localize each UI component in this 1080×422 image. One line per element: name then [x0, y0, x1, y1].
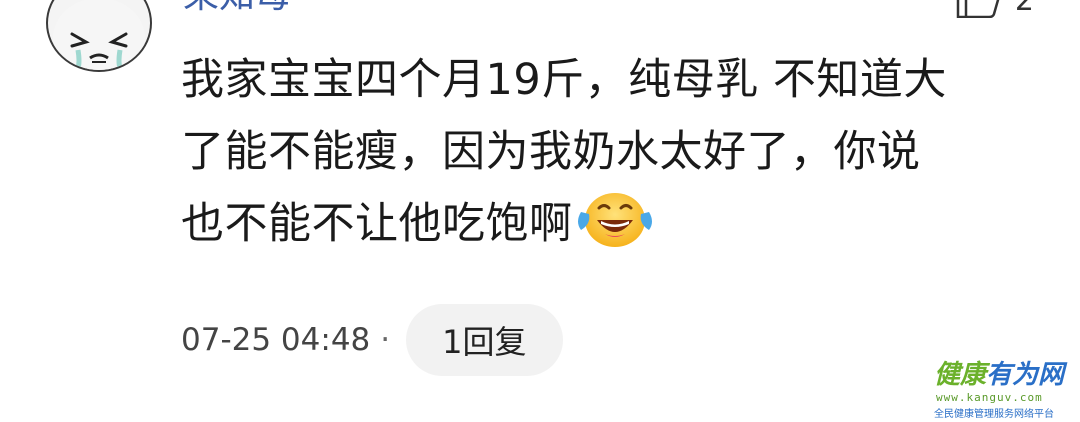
comment-line-with-emoji: 也不能不让他吃饱啊 [181, 188, 1041, 272]
comment-line: 了能不能瘦，因为我奶水太好了，你说 [181, 127, 921, 177]
watermark-title-part1: 健康 [934, 360, 987, 390]
reply-button-label: 1回复 [442, 323, 527, 361]
comment-meta: 07-25 04:48 · 1回复 [181, 304, 563, 376]
thumbs-up-icon[interactable] [955, 0, 1001, 18]
like-count: 2 [1014, 0, 1034, 18]
avatar[interactable] [46, 0, 152, 72]
comment-line: 我家宝宝四个月19斤，纯母乳 不知道大 [181, 55, 947, 105]
watermark-slogan: 全民健康管理服务网络平台 [934, 409, 1054, 420]
timestamp: 07-25 04:48 [181, 322, 371, 358]
watermark-url: www.kanguv.com [936, 391, 1043, 404]
crying-face-avatar-icon [53, 0, 145, 70]
watermark-logo: 健康有为网 www.kanguv.com 全民健康管理服务网络平台 [930, 358, 1074, 420]
like-area[interactable]: 2 [955, 0, 1034, 18]
comment-line: 也不能不让他吃饱啊 [181, 199, 573, 249]
username[interactable]: 呆知母 [183, 0, 291, 18]
separator-dot: · [380, 322, 391, 358]
reply-button[interactable]: 1回复 [406, 304, 563, 376]
watermark-title: 健康有为网 [934, 358, 1064, 392]
laughing-with-tears-emoji-icon [575, 190, 655, 272]
watermark-title-part2: 有为网 [986, 360, 1065, 390]
comment-text: 我家宝宝四个月19斤，纯母乳 不知道大 了能不能瘦，因为我奶水太好了，你说 也不… [181, 44, 1041, 272]
